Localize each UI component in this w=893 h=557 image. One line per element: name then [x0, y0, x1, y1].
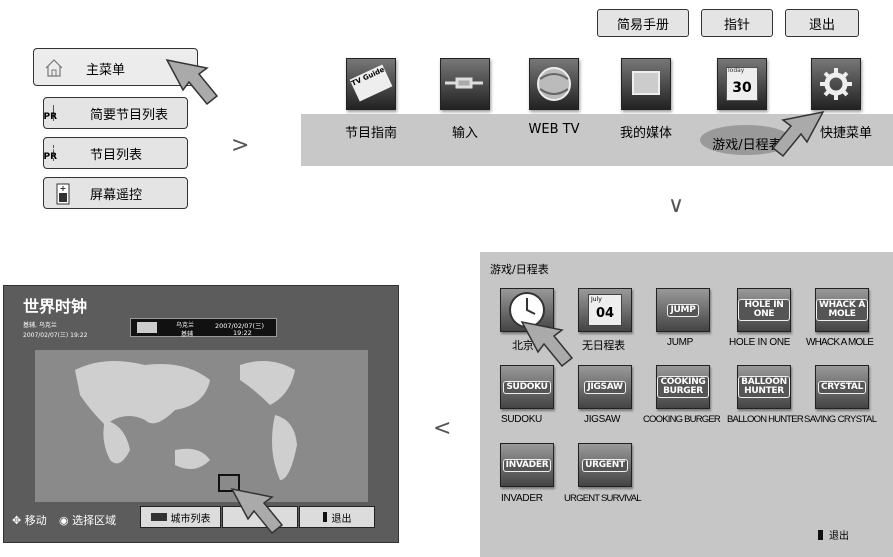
- menu-item-label: 节目列表: [90, 148, 143, 163]
- tile-jump[interactable]: JUMP: [656, 288, 710, 332]
- tile-cooking-burger[interactable]: COOKING BURGER: [656, 365, 710, 409]
- info-city-b: 基辅: [181, 331, 194, 338]
- bar-label-tv-guide: 节目指南: [344, 126, 397, 141]
- select-dot-icon: ◉: [59, 514, 69, 527]
- tile-jigsaw[interactable]: JIGSAW: [578, 365, 632, 409]
- world-clock-exit-button[interactable]: 退出: [299, 506, 375, 528]
- tile-saving-crystal[interactable]: CRYSTAL: [815, 365, 869, 409]
- world-clock-exit-label: 退出: [331, 513, 352, 525]
- pointer-arrow-icon: [165, 58, 219, 106]
- exit-button[interactable]: 退出: [785, 9, 859, 37]
- tile-invader[interactable]: INVADER: [500, 443, 554, 487]
- pointer-button[interactable]: 指针: [701, 9, 773, 37]
- menu-item-screen-remote[interactable]: 屏幕遥控: [43, 177, 188, 209]
- select-hint: ◉ 选择区域: [59, 514, 117, 527]
- remote-icon: [56, 183, 76, 205]
- tile-urgent-survival[interactable]: URGENT: [578, 443, 632, 487]
- pointer-arrow-icon: [520, 320, 574, 368]
- tv-guide-icon[interactable]: TV Guide: [346, 58, 396, 110]
- info-time: 19:22: [233, 329, 252, 337]
- world-clock-datetime: 2007/02/07(三) 19:22: [23, 332, 88, 339]
- tile-label: BALLOON HUNTER: [727, 414, 804, 425]
- menu-item-program-list[interactable]: PR 节目列表: [43, 137, 188, 169]
- web-globe-icon[interactable]: [529, 58, 579, 110]
- city-list-label: 城市列表: [170, 513, 211, 525]
- menu-item-label: 主菜单: [86, 63, 126, 78]
- pr-list-icon: PR: [43, 145, 73, 165]
- pointer-arrow-icon: [230, 487, 284, 535]
- gear-icon[interactable]: [811, 58, 861, 110]
- games-panel-title: 游戏/日程表: [490, 263, 549, 276]
- exit-door-icon: [818, 529, 823, 540]
- tile-no-schedule[interactable]: 04 July: [578, 288, 632, 332]
- games-exit-label: 退出: [829, 531, 849, 542]
- pointer-arrow-icon: [771, 110, 825, 158]
- tile-label: JUMP: [667, 337, 694, 348]
- tile-label: 无日程表: [582, 340, 625, 352]
- move-hint: ✥ 移动: [12, 514, 47, 527]
- dpad-icon: ✥: [12, 514, 22, 527]
- tile-label: JIGSAW: [584, 414, 621, 425]
- calendar-dice-icon[interactable]: 30 Today: [717, 58, 767, 110]
- games-exit-button[interactable]: 退出: [818, 527, 849, 542]
- tile-sudoku[interactable]: SUDOKU: [500, 365, 554, 409]
- tile-balloon-hunter[interactable]: BALLOON HUNTER: [737, 365, 791, 409]
- bar-label-web-tv: WEB TV: [528, 122, 580, 137]
- next-step-arrow: <: [433, 416, 452, 441]
- tile-label: SAVING CRYSTAL: [804, 414, 877, 425]
- next-step-arrow: >: [231, 133, 250, 158]
- tile-label: SUDOKU: [501, 414, 542, 425]
- menu-item-label: 屏幕遥控: [90, 188, 143, 203]
- bar-label-my-media: 我的媒体: [619, 126, 672, 141]
- guide-button[interactable]: 简易手册: [597, 9, 689, 37]
- tile-label: COOKING BURGER: [643, 414, 721, 425]
- home-icon: [43, 57, 63, 77]
- world-clock-title: 世界时钟: [23, 297, 88, 316]
- city-list-button[interactable]: 城市列表: [140, 506, 221, 528]
- my-media-icon[interactable]: [621, 58, 671, 110]
- tile-label: URGENT SURVIVAL: [564, 493, 642, 504]
- menu-item-label: 简要节目列表: [90, 108, 169, 123]
- tile-hole-in-one[interactable]: HOLE IN ONE: [737, 288, 791, 332]
- next-step-arrow: ∨: [668, 193, 685, 218]
- info-city-a: 乌克兰: [176, 322, 195, 329]
- world-clock-location: 基辅, 乌克兰: [23, 322, 57, 329]
- exit-door-icon: [322, 512, 327, 522]
- input-cable-icon[interactable]: [440, 58, 490, 110]
- world-clock-info-box: 乌克兰 基辅 2007/02/07(三) 19:22: [130, 318, 277, 338]
- tile-label: HOLE IN ONE: [729, 337, 791, 348]
- tile-label: INVADER: [501, 493, 543, 504]
- color-key-icon: [150, 513, 167, 521]
- world-map[interactable]: [35, 350, 368, 502]
- bar-label-input: 输入: [451, 126, 478, 141]
- tile-label: WHACK A MOLE: [806, 337, 874, 348]
- pr-icon: PR: [43, 105, 73, 125]
- tile-whack-a-mole[interactable]: WHACK A MOLE: [815, 288, 869, 332]
